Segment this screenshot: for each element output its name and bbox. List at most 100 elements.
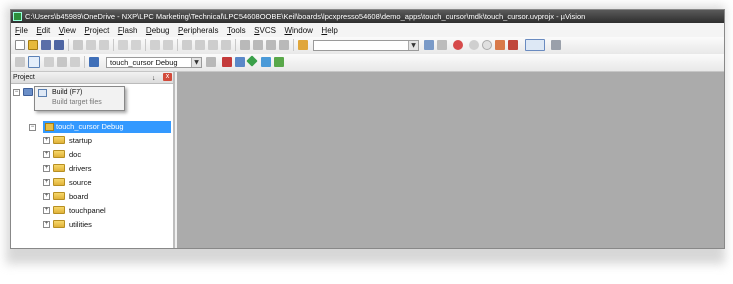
build-icon[interactable] — [28, 56, 40, 68]
enable-breakpoint-icon[interactable] — [482, 40, 492, 50]
stop-build-icon[interactable] — [70, 57, 80, 67]
folder-icon — [53, 136, 65, 144]
build-tooltip: Build (F7) Build target files — [34, 86, 125, 111]
bookmark-icon[interactable] — [182, 40, 192, 50]
tree-group-board[interactable]: + board — [43, 190, 88, 202]
menu-edit[interactable]: Edit — [36, 26, 50, 35]
prev-bookmark-icon[interactable] — [195, 40, 205, 50]
expand-icon[interactable]: + — [43, 206, 50, 214]
menu-view[interactable]: View — [59, 26, 76, 35]
toolbar-separator — [145, 39, 146, 51]
manage-runtime-icon[interactable] — [246, 55, 258, 67]
uncomment-icon[interactable] — [279, 40, 289, 50]
select-packs-icon[interactable] — [235, 57, 245, 67]
file-toolbar: ▼ — [11, 37, 724, 55]
close-icon[interactable]: x — [163, 73, 172, 81]
unindent-icon[interactable] — [253, 40, 263, 50]
redo-icon[interactable] — [131, 40, 141, 50]
navigate-back-icon[interactable] — [150, 40, 160, 50]
batch-build-icon[interactable] — [57, 57, 67, 67]
comment-icon[interactable] — [266, 40, 276, 50]
menu-file[interactable]: File — [15, 26, 28, 35]
toolbar-separator — [84, 56, 85, 68]
folder-icon — [53, 178, 65, 186]
title-bar: C:\Users\b45989\OneDrive - NXP\LPC Marke… — [11, 10, 724, 23]
group-label: drivers — [69, 163, 92, 173]
expand-icon[interactable]: + — [43, 192, 50, 200]
build-icon — [38, 89, 47, 97]
toolbar-separator — [235, 39, 236, 51]
debug-session-icon[interactable] — [453, 40, 463, 50]
expand-icon[interactable]: + — [43, 220, 50, 228]
rebuild-icon[interactable] — [44, 57, 54, 67]
manage-project-items-icon[interactable] — [222, 57, 232, 67]
tree-group-touchpanel[interactable]: + touchpanel — [43, 204, 106, 216]
window-title: C:\Users\b45989\OneDrive - NXP\LPC Marke… — [25, 12, 586, 21]
navigate-forward-icon[interactable] — [163, 40, 173, 50]
tree-group-source[interactable]: + source — [43, 176, 92, 188]
clear-bookmarks-icon[interactable] — [221, 40, 231, 50]
new-file-icon[interactable] — [15, 40, 25, 50]
run-time-environment-icon[interactable] — [274, 57, 284, 67]
find-combo[interactable]: ▼ — [313, 40, 419, 51]
configure-icon[interactable] — [551, 40, 561, 50]
menu-flash[interactable]: Flash — [118, 26, 138, 35]
translate-icon[interactable] — [15, 57, 25, 67]
menu-tools[interactable]: Tools — [227, 26, 246, 35]
cut-icon[interactable] — [73, 40, 83, 50]
menu-svcs[interactable]: SVCS — [254, 26, 276, 35]
folder-icon — [53, 220, 65, 228]
expand-icon[interactable]: + — [43, 178, 50, 186]
insert-breakpoint-icon[interactable] — [469, 40, 479, 50]
menu-window[interactable]: Window — [284, 26, 312, 35]
download-icon[interactable] — [89, 57, 99, 67]
expand-icon[interactable]: + — [43, 164, 50, 172]
toolbar-separator — [68, 39, 69, 51]
folder-icon — [53, 164, 65, 172]
incremental-find-icon[interactable] — [437, 40, 447, 50]
copy-icon[interactable] — [86, 40, 96, 50]
chevron-down-icon[interactable]: ▼ — [191, 58, 201, 67]
window-layout-icon[interactable] — [525, 39, 545, 51]
kill-breakpoints-icon[interactable] — [508, 40, 518, 50]
collapse-icon[interactable]: − — [29, 123, 36, 131]
menu-debug[interactable]: Debug — [146, 26, 170, 35]
find-icon[interactable] — [424, 40, 434, 50]
find-in-files-icon[interactable] — [298, 40, 308, 50]
menu-peripherals[interactable]: Peripherals — [178, 26, 218, 35]
pin-icon[interactable]: ↓ — [152, 73, 156, 84]
save-all-icon[interactable] — [54, 40, 64, 50]
tree-group-startup[interactable]: + startup — [43, 134, 92, 146]
tree-group-drivers[interactable]: + drivers — [43, 162, 92, 174]
tooltip-description: Build target files — [52, 99, 102, 106]
target-select[interactable]: touch_cursor Debug ▼ — [106, 57, 202, 68]
group-label: board — [69, 191, 89, 201]
paste-icon[interactable] — [99, 40, 109, 50]
toolbar-separator — [293, 39, 294, 51]
undo-icon[interactable] — [118, 40, 128, 50]
menu-help[interactable]: Help — [321, 26, 337, 35]
tree-group-doc[interactable]: + doc — [43, 148, 81, 160]
expand-icon[interactable]: + — [43, 136, 50, 144]
tree-target-selected[interactable]: touch_cursor Debug — [43, 121, 171, 133]
indent-icon[interactable] — [240, 40, 250, 50]
build-toolbar: touch_cursor Debug ▼ — [11, 54, 724, 72]
tree-group-utilities[interactable]: + utilities — [43, 218, 92, 230]
open-file-icon[interactable] — [28, 40, 38, 50]
pack-installer-icon[interactable] — [261, 57, 271, 67]
toolbar-separator — [113, 39, 114, 51]
editor-area — [177, 72, 724, 248]
disable-breakpoints-icon[interactable] — [495, 40, 505, 50]
target-expander-row[interactable]: − — [29, 121, 39, 133]
target-options-icon[interactable] — [206, 57, 216, 67]
menu-project[interactable]: Project — [84, 26, 109, 35]
group-label: source — [69, 177, 92, 187]
collapse-icon[interactable]: − — [13, 88, 20, 96]
target-icon — [45, 123, 54, 131]
expand-icon[interactable]: + — [43, 150, 50, 158]
next-bookmark-icon[interactable] — [208, 40, 218, 50]
target-label: touch_cursor Debug — [56, 122, 124, 131]
save-icon[interactable] — [41, 40, 51, 50]
chevron-down-icon[interactable]: ▼ — [408, 41, 418, 50]
folder-icon — [53, 206, 65, 214]
